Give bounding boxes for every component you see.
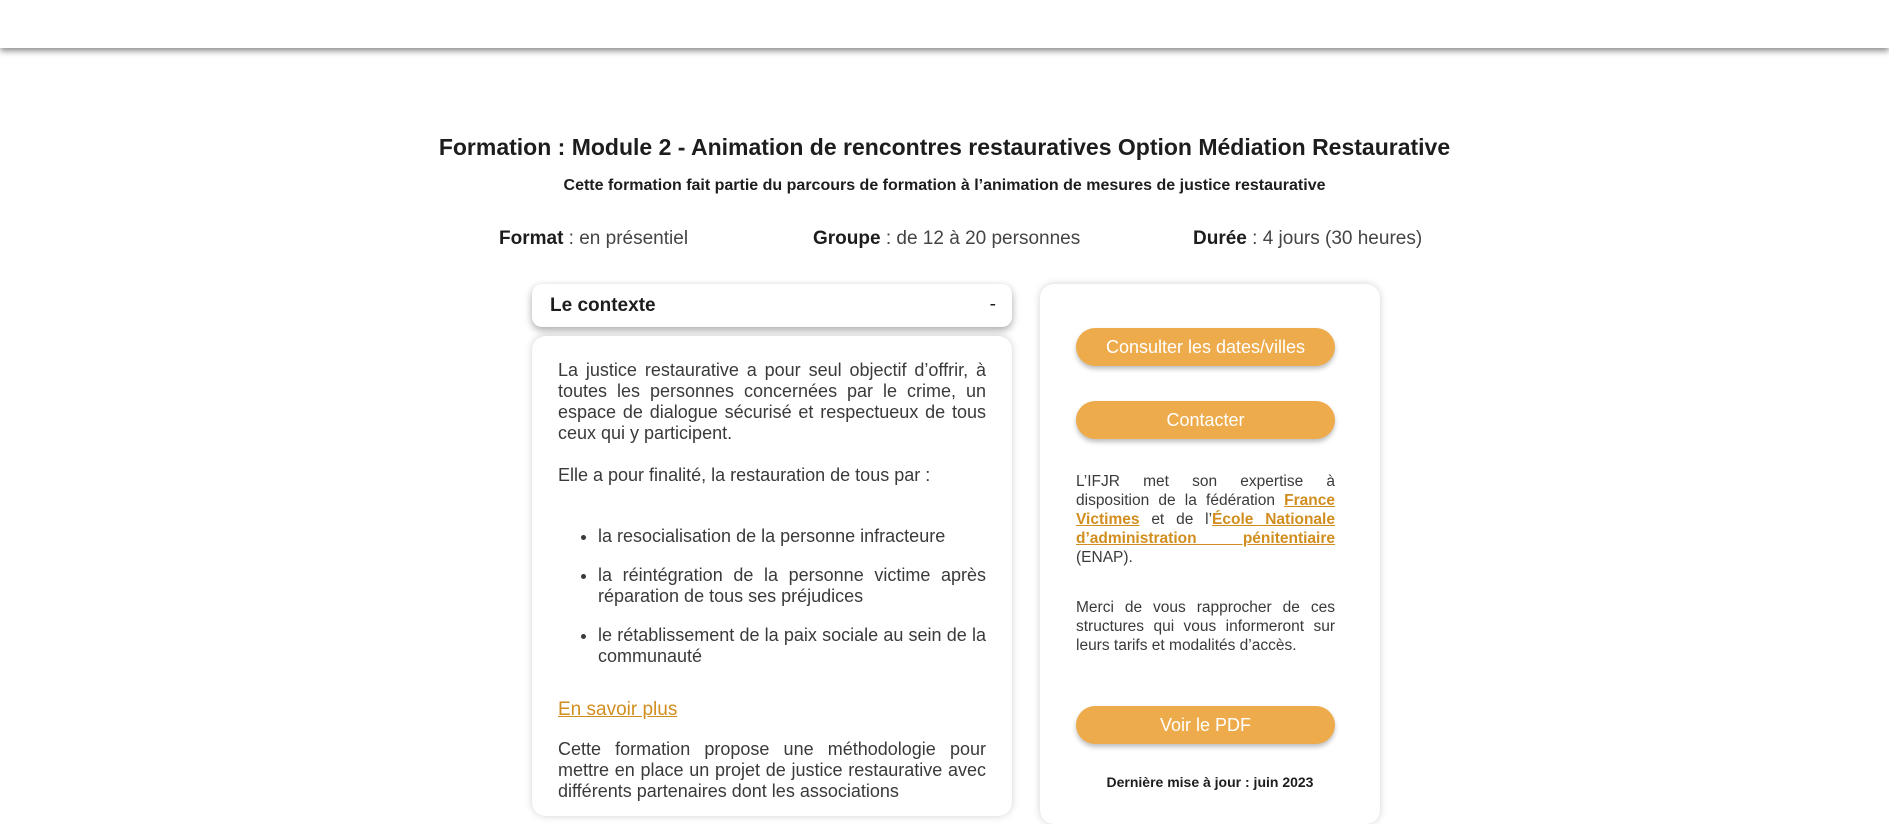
info-duree: Durée : 4 jours (30 heures) xyxy=(1193,228,1422,250)
format-value: : en présentiel xyxy=(563,228,689,249)
page-subtitle: Cette formation fait partie du parcours … xyxy=(563,177,1326,194)
partner-text-middle: et de l’ xyxy=(1139,511,1213,528)
duree-label: Durée xyxy=(1193,228,1247,249)
list-item: le rétablissement de la paix sociale au … xyxy=(598,625,986,667)
voir-pdf-button[interactable]: Voir le PDF xyxy=(1076,706,1335,744)
groupe-value: : de 12 à 20 personnes xyxy=(880,228,1081,249)
groupe-label: Groupe xyxy=(813,228,881,249)
context-paragraph-1: La justice restaurative a pour seul obje… xyxy=(558,360,986,443)
sidebar-card: Consulter les dates/villes Contacter L’I… xyxy=(1040,284,1380,824)
page-title: Formation : Module 2 - Animation de renc… xyxy=(438,134,1451,160)
accordion-title: Le contexte xyxy=(550,295,656,316)
format-label: Format xyxy=(499,228,564,249)
context-paragraph-3: Cette formation propose une méthodologie… xyxy=(558,739,986,801)
accordion-header-contexte[interactable]: Le contexte - xyxy=(532,284,1012,327)
info-format: Format : en présentiel xyxy=(499,228,688,250)
context-paragraph-2: Elle a pour finalité, la restauration de… xyxy=(558,465,931,485)
list-item: la resocialisation de la personne infrac… xyxy=(598,526,986,547)
contact-info-text: Merci de vous rapprocher de ces structur… xyxy=(1076,599,1335,654)
duree-value: : 4 jours (30 heures) xyxy=(1246,228,1423,249)
partner-text-end: (ENAP). xyxy=(1076,549,1133,566)
info-groupe: Groupe : de 12 à 20 personnes xyxy=(813,228,1080,250)
context-bullet-list: la resocialisation de la personne infrac… xyxy=(558,526,986,667)
partner-text: L’IFJR met son expertise à disposition d… xyxy=(1076,472,1335,567)
dates-villes-button[interactable]: Consulter les dates/villes xyxy=(1076,328,1335,366)
collapse-toggle-icon[interactable]: - xyxy=(990,294,996,316)
last-update-note: Dernière mise à jour : juin 2023 xyxy=(1106,774,1314,790)
top-navigation-bar xyxy=(0,0,1889,48)
contact-button[interactable]: Contacter xyxy=(1076,401,1335,439)
en-savoir-plus-link[interactable]: En savoir plus xyxy=(558,699,986,720)
list-item: la réintégration de la personne victime … xyxy=(598,565,986,607)
accordion-content: La justice restaurative a pour seul obje… xyxy=(532,336,1012,816)
